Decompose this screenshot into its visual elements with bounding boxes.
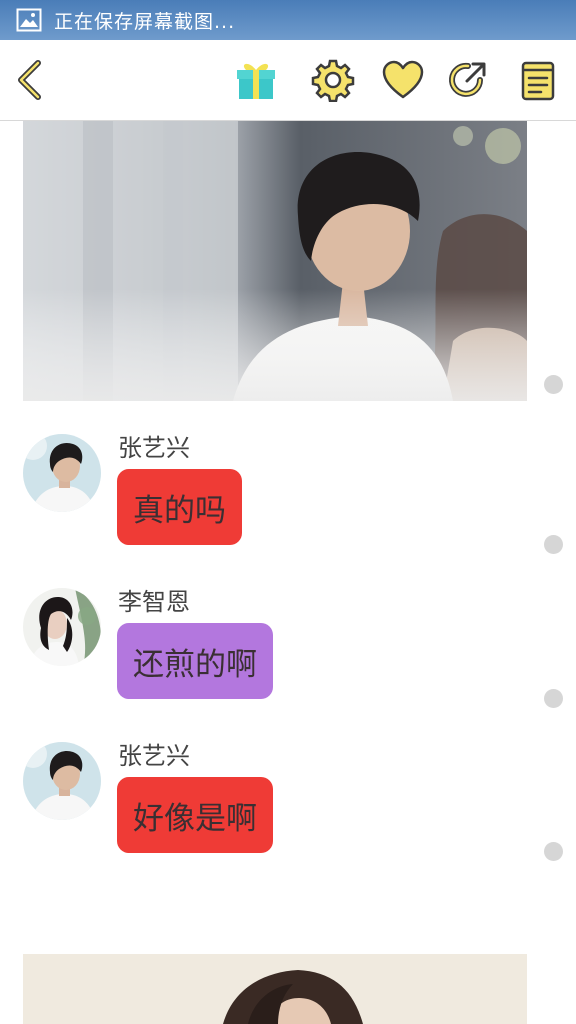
share-icon xyxy=(449,62,486,97)
chevron-left-icon xyxy=(18,60,41,100)
share-button[interactable] xyxy=(446,58,490,102)
status-text: 正在保存屏幕截图... xyxy=(54,10,236,33)
gear-icon xyxy=(311,59,355,102)
chat-message: 张艺兴 好像是啊 xyxy=(23,742,523,862)
message-status-dot xyxy=(544,689,563,708)
notebook-icon xyxy=(521,61,555,101)
message-bubble[interactable]: 好像是啊 xyxy=(117,777,273,853)
chat-photo[interactable] xyxy=(23,121,527,401)
message-status-dot xyxy=(544,375,563,394)
message-bubble[interactable]: 还煎的啊 xyxy=(117,623,273,699)
avatar[interactable] xyxy=(23,742,101,820)
chat-photo[interactable] xyxy=(23,954,527,1024)
notes-button[interactable] xyxy=(516,58,560,102)
heart-icon xyxy=(382,60,424,99)
gift-icon xyxy=(237,63,275,99)
top-toolbar xyxy=(0,40,576,121)
settings-button[interactable] xyxy=(311,58,355,102)
message-status-dot xyxy=(544,842,563,861)
like-button[interactable] xyxy=(381,58,425,102)
gift-button[interactable] xyxy=(234,58,278,102)
image-icon xyxy=(16,7,42,33)
message-bubble[interactable]: 真的吗 xyxy=(117,469,242,545)
sender-name: 李智恩 xyxy=(118,588,190,616)
back-button[interactable] xyxy=(8,58,52,102)
avatar[interactable] xyxy=(23,588,101,666)
chat-message: 张艺兴 真的吗 xyxy=(23,434,523,554)
photo-young-man xyxy=(23,121,527,401)
avatar[interactable] xyxy=(23,434,101,512)
photo-young-woman xyxy=(23,954,527,1024)
sender-name: 张艺兴 xyxy=(118,742,190,770)
status-bar: 正在保存屏幕截图... xyxy=(0,0,576,40)
message-status-dot xyxy=(544,535,563,554)
sender-name: 张艺兴 xyxy=(118,434,190,462)
chat-message: 李智恩 还煎的啊 xyxy=(23,588,523,708)
